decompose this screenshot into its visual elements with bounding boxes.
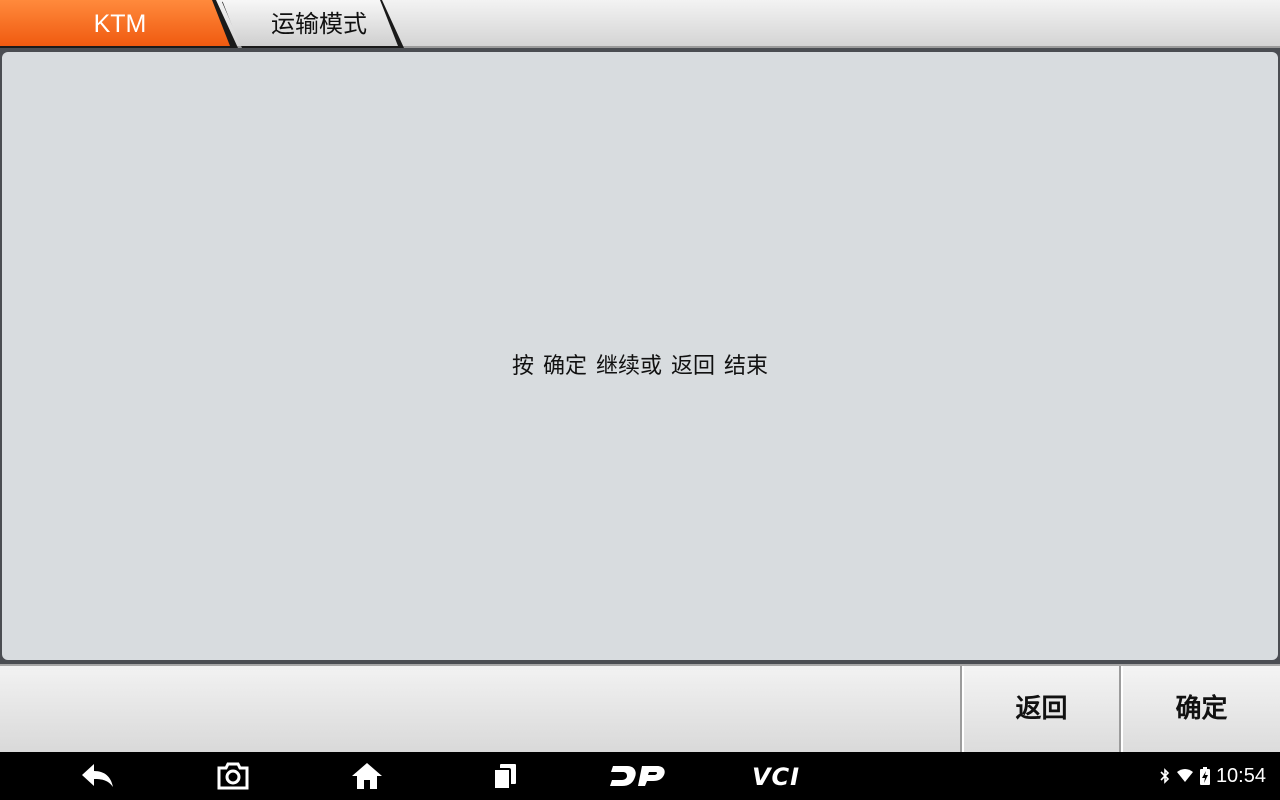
wifi-icon <box>1176 769 1193 782</box>
bluetooth-icon <box>1160 768 1170 784</box>
action-bar: 返回 确定 <box>0 664 1280 752</box>
battery-icon <box>1199 767 1210 785</box>
breadcrumb-item-transport-mode[interactable]: 运输模式 <box>248 0 390 48</box>
recent-apps-icon[interactable] <box>480 752 530 800</box>
home-icon[interactable] <box>342 752 392 800</box>
breadcrumb: KTM 运输模式 <box>0 0 1280 48</box>
status-area: 10:54 <box>1160 752 1266 800</box>
back-button[interactable]: 返回 <box>960 666 1119 752</box>
navigation-bar: VCI 10:54 <box>0 752 1280 800</box>
svg-text:VCI: VCI <box>752 763 800 789</box>
camera-icon[interactable] <box>208 752 258 800</box>
instruction-message: 按 确定 继续或 返回 结束 <box>512 354 768 379</box>
message-panel: 按 确定 继续或 返回 结束 <box>2 52 1278 660</box>
ok-button[interactable]: 确定 <box>1119 666 1280 752</box>
dp-logo-icon[interactable] <box>606 752 670 800</box>
back-arrow-icon[interactable] <box>72 752 122 800</box>
clock-time: 10:54 <box>1215 764 1266 787</box>
vci-logo-icon[interactable]: VCI <box>738 752 814 800</box>
breadcrumb-item-ktm[interactable]: KTM <box>0 0 240 48</box>
